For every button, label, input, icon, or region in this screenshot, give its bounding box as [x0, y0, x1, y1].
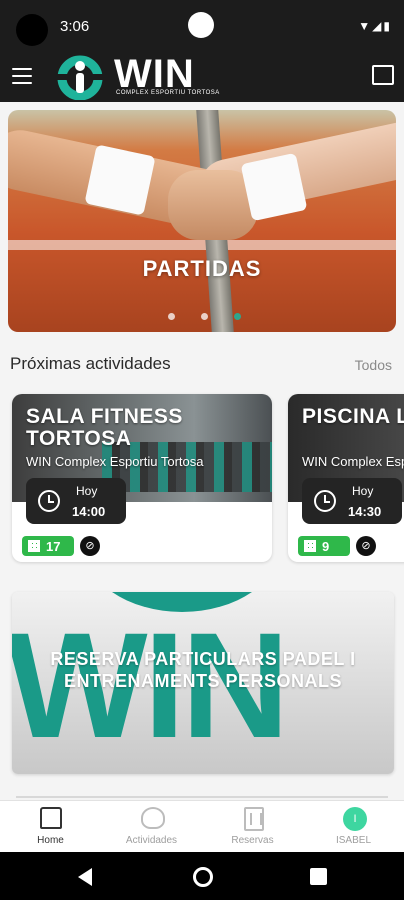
no-booking-icon: ⊘ — [80, 536, 100, 556]
nav-label: Actividades — [125, 835, 178, 846]
nav-profile[interactable]: I ISABEL — [303, 801, 404, 852]
notification-dot — [188, 12, 214, 38]
wristband — [240, 152, 308, 222]
carousel-dot[interactable] — [201, 313, 208, 320]
signal-battery-icons: ▼◢▮ — [358, 19, 392, 33]
nav-activities[interactable]: Actividades — [101, 801, 202, 852]
wristband — [84, 144, 156, 216]
promo-text: RESERVA PARTICULARS PADEL I ENTRENAMENTS… — [50, 649, 356, 691]
home-content: PARTIDAS Próximas actividades Todos SALA… — [0, 102, 404, 800]
status-bar: 3:06 ▼◢▮ — [0, 0, 404, 50]
logo-subtitle: COMPLEX ESPORTIU TORTOSA — [116, 90, 220, 96]
divider — [16, 796, 388, 798]
grid-icon — [28, 540, 40, 552]
activity-time-box: Hoy 14:30 — [302, 478, 402, 524]
app-bar: WIN COMPLEX ESPORTIU TORTOSA — [0, 50, 404, 102]
bottom-nav: Home Actividades Reservas I ISABEL — [0, 800, 404, 852]
system-nav-bar — [0, 852, 404, 900]
activity-title: SALA FITNESS TORTOSA — [26, 405, 183, 450]
spots-badge: 17 — [22, 536, 74, 556]
camera-cutout — [16, 14, 48, 46]
no-booking-icon: ⊘ — [356, 536, 376, 556]
see-all-link[interactable]: Todos — [355, 357, 392, 373]
menu-icon[interactable] — [12, 68, 32, 84]
hero-carousel[interactable]: PARTIDAS — [8, 110, 396, 332]
activity-time-box: Hoy 14:00 — [26, 478, 126, 524]
grid-icon — [304, 540, 316, 552]
activity-card[interactable]: PISCINA L PETITA WIN Complex Esportiu To… — [288, 394, 404, 562]
clock-icon — [314, 490, 336, 512]
activity-day: Hoy — [352, 484, 374, 498]
avatar: I — [343, 807, 367, 831]
carousel-dots — [168, 313, 241, 320]
home-icon — [40, 807, 62, 829]
carousel-dot[interactable] — [168, 313, 175, 320]
activity-venue: WIN Complex Esportiu Tortosa — [26, 454, 204, 469]
activity-venue: WIN Complex Esportiu Tortosa — [302, 454, 404, 469]
logo: WIN COMPLEX ESPORTIU TORTOSA — [52, 52, 222, 101]
nav-label: Home — [37, 835, 64, 846]
activity-hour: 14:00 — [72, 504, 106, 519]
carousel-dot-active[interactable] — [234, 313, 241, 320]
logo-mark-icon — [52, 55, 112, 101]
home-button-icon[interactable] — [193, 867, 213, 887]
recent-apps-icon[interactable] — [310, 868, 327, 885]
upcoming-title: Próximas actividades — [10, 354, 171, 373]
spots-count: 17 — [46, 538, 61, 554]
activity-title: PISCINA L PETITA — [302, 405, 404, 428]
hero-title: PARTIDAS — [142, 256, 262, 281]
heart-icon — [141, 807, 165, 829]
back-icon[interactable] — [78, 868, 92, 886]
activity-day: Hoy — [76, 484, 98, 498]
spots-count: 9 — [322, 538, 330, 554]
nav-label: ISABEL — [335, 835, 372, 846]
nav-label: Reservas — [231, 835, 274, 846]
spots-badge: 9 — [298, 536, 350, 556]
status-time: 3:06 — [60, 18, 90, 35]
promo-banner[interactable]: WIN RESERVA PARTICULARS PADEL I ENTRENAM… — [12, 592, 394, 774]
activity-card[interactable]: SALA FITNESS TORTOSA WIN Complex Esporti… — [12, 394, 272, 562]
clock-icon — [38, 490, 60, 512]
nav-home[interactable]: Home — [0, 801, 101, 852]
nav-bookings[interactable]: Reservas — [202, 801, 303, 852]
activity-hour: 14:30 — [348, 504, 382, 519]
member-card-icon[interactable] — [372, 65, 394, 85]
book-icon — [244, 807, 264, 831]
